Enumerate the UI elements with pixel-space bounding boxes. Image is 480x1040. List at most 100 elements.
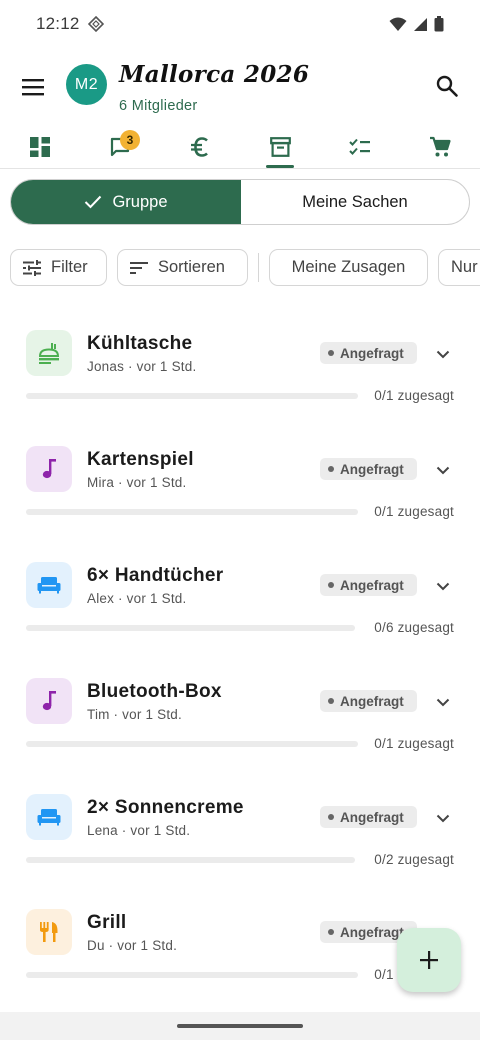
item-icon-badge [26,330,72,376]
wifi-icon [389,17,407,31]
plus-icon [420,951,438,969]
chevron-down-icon [436,350,450,358]
item-icon-badge [26,446,72,492]
status-badge: Angefragt [320,690,417,712]
expand-button[interactable] [433,692,453,712]
item-row[interactable]: Bluetooth-Box Tim · vor 1 Std. Angefragt… [0,678,480,778]
progress-bar [26,393,358,399]
cart-icon [430,136,451,157]
item-name: Kartenspiel [87,449,194,470]
status-label: Angefragt [340,461,404,477]
progress-bar [26,857,355,863]
dashboard-icon [30,137,50,157]
menu-button[interactable] [18,72,48,102]
status-label: Angefragt [340,345,404,361]
only-chip[interactable]: Nur [438,249,480,286]
status-badge: Angefragt [320,342,417,364]
search-button[interactable] [432,71,462,101]
diamond-icon [87,16,104,32]
status-label: Angefragt [340,693,404,709]
euro-icon [191,137,208,157]
status-dot [328,814,334,820]
signal-icon [414,17,427,31]
item-row[interactable]: 6× Handtücher Alex · vor 1 Std. Angefrag… [0,562,480,662]
item-name: Bluetooth-Box [87,681,222,702]
sort-chip[interactable]: Sortieren [117,249,248,286]
progress-label: 0/2 zugesagt [374,852,454,867]
battery-icon [434,16,444,32]
expand-button[interactable] [433,576,453,596]
tab-chat[interactable]: 3 [100,130,140,162]
status-badge: Angefragt [320,806,417,828]
status-dot [328,350,334,356]
music-note-icon [42,459,56,479]
item-meta: Alex · vor 1 Std. [87,591,187,606]
item-row[interactable]: 2× Sonnencreme Lena · vor 1 Std. Angefra… [0,794,480,894]
segment-gruppe[interactable]: Gruppe [11,180,241,224]
system-nav-bar [0,1012,480,1040]
chevron-down-icon [436,814,450,822]
food-icon [38,343,60,364]
status-dot [328,698,334,704]
progress-label: 0/6 zugesagt [374,620,454,635]
segment-meine-sachen[interactable]: Meine Sachen [241,180,469,224]
item-row[interactable]: Kartenspiel Mira · vor 1 Std. Angefragt … [0,446,480,546]
sofa-icon [37,577,61,594]
my-commitments-chip-label: Meine Zusagen [291,258,406,276]
status-badge: Angefragt [320,574,417,596]
status-time: 12:12 [36,14,80,33]
only-chip-label: Nur [451,258,478,276]
home-handle[interactable] [177,1024,303,1028]
item-name: 6× Handtücher [87,565,224,586]
item-name: Grill [87,912,127,933]
trip-title: Mallorca 2026 [119,61,310,88]
chip-divider [258,253,259,282]
item-meta: Tim · vor 1 Std. [87,707,182,722]
filter-chip-label: Filter [51,258,88,276]
menu-icon [22,79,44,96]
chevron-down-icon [436,582,450,590]
group-avatar[interactable]: M2 [66,64,107,105]
expand-button[interactable] [433,460,453,480]
progress-label: 0/1 zugesagt [374,504,454,519]
chevron-down-icon [436,466,450,474]
members-count[interactable]: 6 Mitglieder [119,98,198,114]
tab-expenses[interactable] [180,132,220,162]
status-label: Angefragt [340,809,404,825]
tune-icon [23,259,41,276]
progress-bar [26,972,358,978]
progress-label: 0/1 zugesagt [374,736,454,751]
item-icon-badge [26,562,72,608]
item-icon-badge [26,794,72,840]
filter-chips: Filter Sortieren Meine Zusagen Nur [10,249,480,287]
progress-bar [26,509,358,515]
item-icon-badge [26,909,72,955]
item-meta: Jonas · vor 1 Std. [87,359,197,374]
tab-items[interactable] [260,132,300,162]
item-row[interactable]: Kühltasche Jonas · vor 1 Std. Angefragt … [0,330,480,430]
status-badge: Angefragt [320,458,417,480]
chat-badge: 3 [120,130,140,150]
tab-checklist[interactable] [340,132,380,162]
status-dot [328,582,334,588]
check-icon [85,195,102,209]
segment-gruppe-label: Gruppe [112,192,168,211]
music-note-icon [42,691,56,711]
expand-button[interactable] [433,344,453,364]
sort-icon [130,261,148,274]
add-item-button[interactable] [397,928,461,992]
my-commitments-chip[interactable]: Meine Zusagen [269,249,428,286]
status-dot [328,466,334,472]
cutlery-icon [40,922,58,942]
active-tab-indicator [266,165,294,168]
expand-button[interactable] [433,808,453,828]
filter-chip[interactable]: Filter [10,249,107,286]
tab-dashboard[interactable] [20,132,60,162]
progress-bar [26,741,358,747]
sofa-icon [37,809,61,826]
item-name: Kühltasche [87,333,193,354]
item-meta: Mira · vor 1 Std. [87,475,187,490]
tab-shopping[interactable] [420,132,460,162]
chevron-down-icon [436,698,450,706]
status-label: Angefragt [340,924,404,940]
